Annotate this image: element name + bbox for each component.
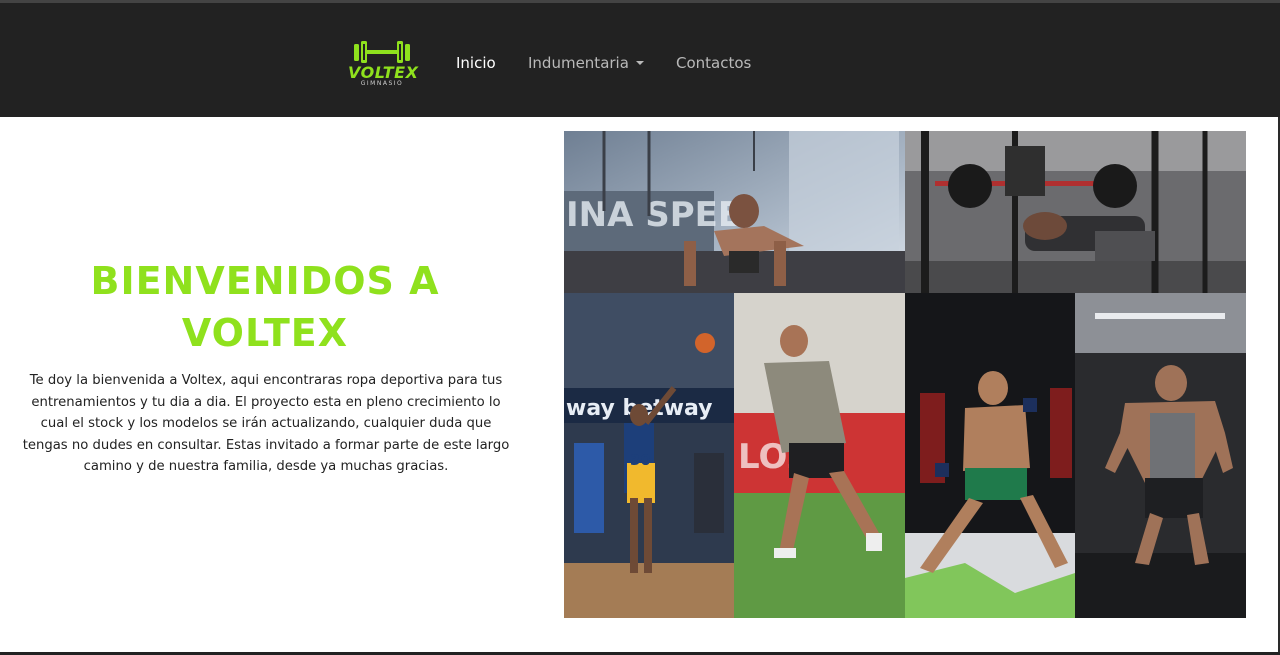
page: VOLTEX GIMNASIO Inicio Indumentaria Cont… [0,0,1280,655]
gallery-photo-basketball: way betway 30 [564,293,734,618]
nav-link-inicio[interactable]: Inicio [456,52,496,74]
gallery-photo-benchpress [905,131,1246,293]
photo1-banner-text: INA SPEE [566,195,741,235]
brand-subtitle: GIMNASIO [360,80,404,87]
gallery-photo-pushup: INA SPEE [564,131,905,293]
gallery-photo-bodybuilder [1075,293,1246,618]
gallery-photo-soccer: LOZA [734,293,905,618]
dumbbell-icon [354,41,410,63]
caret-down-icon [635,61,644,65]
nav-dropdown-label: Indumentaria [528,54,629,72]
brand-logo[interactable]: VOLTEX GIMNASIO [348,39,418,93]
nav-dropdown-indumentaria[interactable]: Indumentaria [528,52,644,74]
navbar: VOLTEX GIMNASIO Inicio Indumentaria Cont… [0,3,1280,117]
photo3-jersey-number: 30 [630,451,651,469]
hero-title: BIENVENIDOS A VOLTEX [90,259,440,355]
nav-link-contactos[interactable]: Contactos [676,52,751,74]
gallery-photo-mma [905,293,1075,618]
hero-description: Te doy la bienvenida a Voltex, aqui enco… [22,373,510,475]
